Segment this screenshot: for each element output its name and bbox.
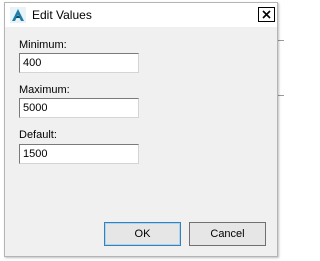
dialog-titlebar[interactable]: Edit Values <box>5 3 277 27</box>
cancel-button[interactable]: Cancel <box>189 222 266 246</box>
edit-values-dialog: Edit Values Minimum: 400 Maximum: 5000 D… <box>4 2 278 257</box>
default-label: Default: <box>19 129 57 141</box>
ok-button[interactable]: OK <box>104 222 181 246</box>
maximum-label: Maximum: <box>19 84 70 96</box>
dialog-title: Edit Values <box>32 8 92 22</box>
background-divider <box>278 95 284 96</box>
close-icon <box>262 10 271 19</box>
background-divider <box>278 40 284 41</box>
close-button[interactable] <box>258 7 275 22</box>
maximum-input[interactable]: 5000 <box>19 98 139 118</box>
autodesk-a-icon <box>10 7 26 23</box>
default-input[interactable]: 1500 <box>19 144 139 164</box>
minimum-label: Minimum: <box>19 39 67 51</box>
minimum-input[interactable]: 400 <box>19 53 139 73</box>
